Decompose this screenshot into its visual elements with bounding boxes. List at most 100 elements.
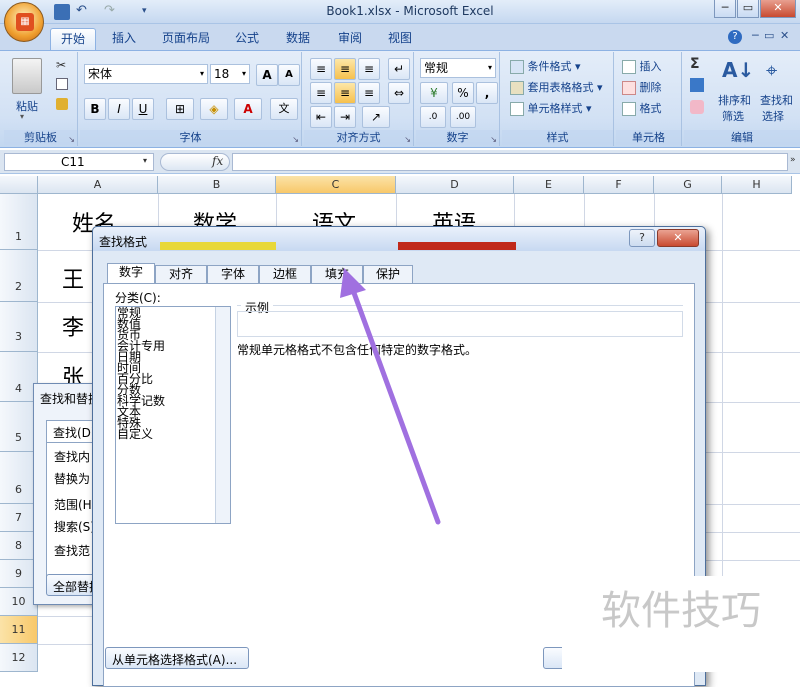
sort-filter-button[interactable]: 排序和 <box>718 92 751 108</box>
column-header[interactable]: E <box>514 176 584 194</box>
number-format-combo[interactable]: 常规 ▾ <box>420 58 496 78</box>
increase-indent-icon[interactable]: ⇥ <box>334 106 356 128</box>
increase-decimal-icon[interactable]: .0 <box>420 106 446 128</box>
clear-icon[interactable] <box>690 100 704 114</box>
align-right-icon[interactable]: ≡ <box>358 82 380 104</box>
category-item[interactable]: 自定义 <box>117 428 153 440</box>
grow-font-button[interactable]: A <box>256 64 278 86</box>
minimize-button[interactable]: ─ <box>714 0 736 18</box>
tab-border[interactable]: 边框 <box>259 265 311 284</box>
find-select-button[interactable]: 查找和 <box>760 92 793 108</box>
name-box[interactable]: C11 <box>4 153 154 171</box>
ribbon-close-icon[interactable]: ✕ <box>780 29 789 42</box>
ribbon-restore-icon[interactable]: ▭ <box>764 29 774 42</box>
tab-font[interactable]: 字体 <box>207 265 259 284</box>
cell-a3[interactable]: 李 <box>62 310 84 342</box>
tab-review[interactable]: 审阅 <box>328 28 372 50</box>
font-size-combo[interactable]: 18 ▾ <box>210 64 250 84</box>
dialog-close-button[interactable]: ✕ <box>657 229 699 247</box>
choose-format-from-cell-button[interactable]: 从单元格选择格式(A)... <box>105 647 249 669</box>
clipboard-launcher-icon[interactable]: ↘ <box>68 135 75 144</box>
align-bottom-icon[interactable]: ≡ <box>358 58 380 80</box>
dialog-help-button[interactable]: ? <box>629 229 655 247</box>
bold-button[interactable]: B <box>84 98 106 120</box>
column-header[interactable]: B <box>158 176 276 194</box>
borders-button[interactable]: ⊞ <box>166 98 194 120</box>
autosum-button[interactable]: Σ <box>690 56 700 72</box>
expand-formula-bar-icon[interactable]: » <box>790 155 796 165</box>
fill-color-button[interactable]: ◈ <box>200 98 228 120</box>
merge-center-icon[interactable]: ⇔ <box>388 82 410 104</box>
tab-alignment[interactable]: 对齐 <box>155 265 207 284</box>
row-header[interactable]: 2 <box>0 250 38 302</box>
row-header[interactable]: 11 <box>0 616 38 644</box>
row-header[interactable]: 1 <box>0 194 38 250</box>
maximize-button[interactable]: ▭ <box>737 0 759 18</box>
category-scrollbar[interactable] <box>215 307 230 523</box>
tab-page-layout[interactable]: 页面布局 <box>152 28 220 50</box>
find-select-label2[interactable]: 选择 <box>762 108 784 124</box>
column-header[interactable]: G <box>654 176 722 194</box>
office-button[interactable]: ▦ <box>4 2 44 42</box>
wrap-text-icon[interactable]: ↵ <box>388 58 410 80</box>
name-box-dropdown-icon[interactable]: ▾ <box>143 156 147 165</box>
customize-qat-icon[interactable]: ▾ <box>142 4 158 20</box>
font-color-button[interactable]: A <box>234 98 262 120</box>
format-as-table-button[interactable]: 套用表格格式 ▾ <box>510 79 603 95</box>
sort-filter-label2[interactable]: 筛选 <box>722 108 744 124</box>
insert-cells-button[interactable]: 插入 <box>622 58 662 74</box>
underline-button[interactable]: U <box>132 98 154 120</box>
undo-icon[interactable]: ↶ <box>76 4 92 20</box>
comma-button[interactable]: , <box>476 82 498 104</box>
number-launcher-icon[interactable]: ↘ <box>490 135 497 144</box>
column-header[interactable]: H <box>722 176 792 194</box>
close-window-button[interactable]: ✕ <box>760 0 796 18</box>
format-cells-button[interactable]: 格式 <box>622 100 662 116</box>
shrink-font-button[interactable]: A <box>278 64 300 86</box>
conditional-format-button[interactable]: 条件格式 ▾ <box>510 58 581 74</box>
format-painter-icon[interactable] <box>56 98 68 110</box>
align-center-icon[interactable]: ≡ <box>334 82 356 104</box>
column-header[interactable]: C <box>276 176 396 194</box>
save-icon[interactable] <box>54 4 70 20</box>
tab-number[interactable]: 数字 <box>107 263 155 285</box>
select-all-corner[interactable] <box>0 176 38 194</box>
delete-cells-button[interactable]: 删除 <box>622 79 662 95</box>
help-icon[interactable]: ? <box>728 30 742 44</box>
formula-input[interactable] <box>232 153 788 171</box>
tab-formulas[interactable]: 公式 <box>225 28 269 50</box>
tab-data[interactable]: 数据 <box>276 28 320 50</box>
orientation-icon[interactable]: ↗ <box>362 106 390 128</box>
column-header[interactable]: D <box>396 176 514 194</box>
font-name-combo[interactable]: 宋体 ▾ <box>84 64 208 84</box>
tab-view[interactable]: 视图 <box>378 28 422 50</box>
font-launcher-icon[interactable]: ↘ <box>292 135 299 144</box>
row-header[interactable]: 12 <box>0 644 38 672</box>
paste-dropdown-icon[interactable]: ▾ <box>20 112 24 121</box>
paste-icon[interactable] <box>12 58 42 94</box>
cell-a2[interactable]: 王 <box>62 262 84 294</box>
insert-function-button[interactable]: fx <box>212 154 223 168</box>
tab-protection[interactable]: 保护 <box>363 265 413 284</box>
cell-styles-button[interactable]: 单元格样式 ▾ <box>510 100 592 116</box>
redo-icon[interactable]: ↷ <box>104 4 120 20</box>
sort-filter-icon[interactable]: A↓ <box>722 58 754 88</box>
cut-icon[interactable]: ✂ <box>56 58 66 72</box>
binoculars-icon[interactable]: ⌖ <box>766 58 790 86</box>
tab-home[interactable]: 开始 <box>50 28 97 50</box>
column-header[interactable]: A <box>38 176 158 194</box>
currency-icon[interactable]: ¥ <box>420 82 448 104</box>
align-left-icon[interactable]: ≡ <box>310 82 332 104</box>
align-top-icon[interactable]: ≡ <box>310 58 332 80</box>
tab-fill[interactable]: 填充 <box>311 265 363 284</box>
phonetic-button[interactable]: 文 <box>270 98 298 120</box>
decrease-indent-icon[interactable]: ⇤ <box>310 106 332 128</box>
column-header[interactable]: F <box>584 176 654 194</box>
copy-icon[interactable] <box>56 78 68 90</box>
align-middle-icon[interactable]: ≡ <box>334 58 356 80</box>
tab-insert[interactable]: 插入 <box>102 28 146 50</box>
fill-down-icon[interactable] <box>690 78 704 92</box>
percent-button[interactable]: % <box>452 82 474 104</box>
italic-button[interactable]: I <box>108 98 130 120</box>
decrease-decimal-icon[interactable]: .00 <box>450 106 476 128</box>
